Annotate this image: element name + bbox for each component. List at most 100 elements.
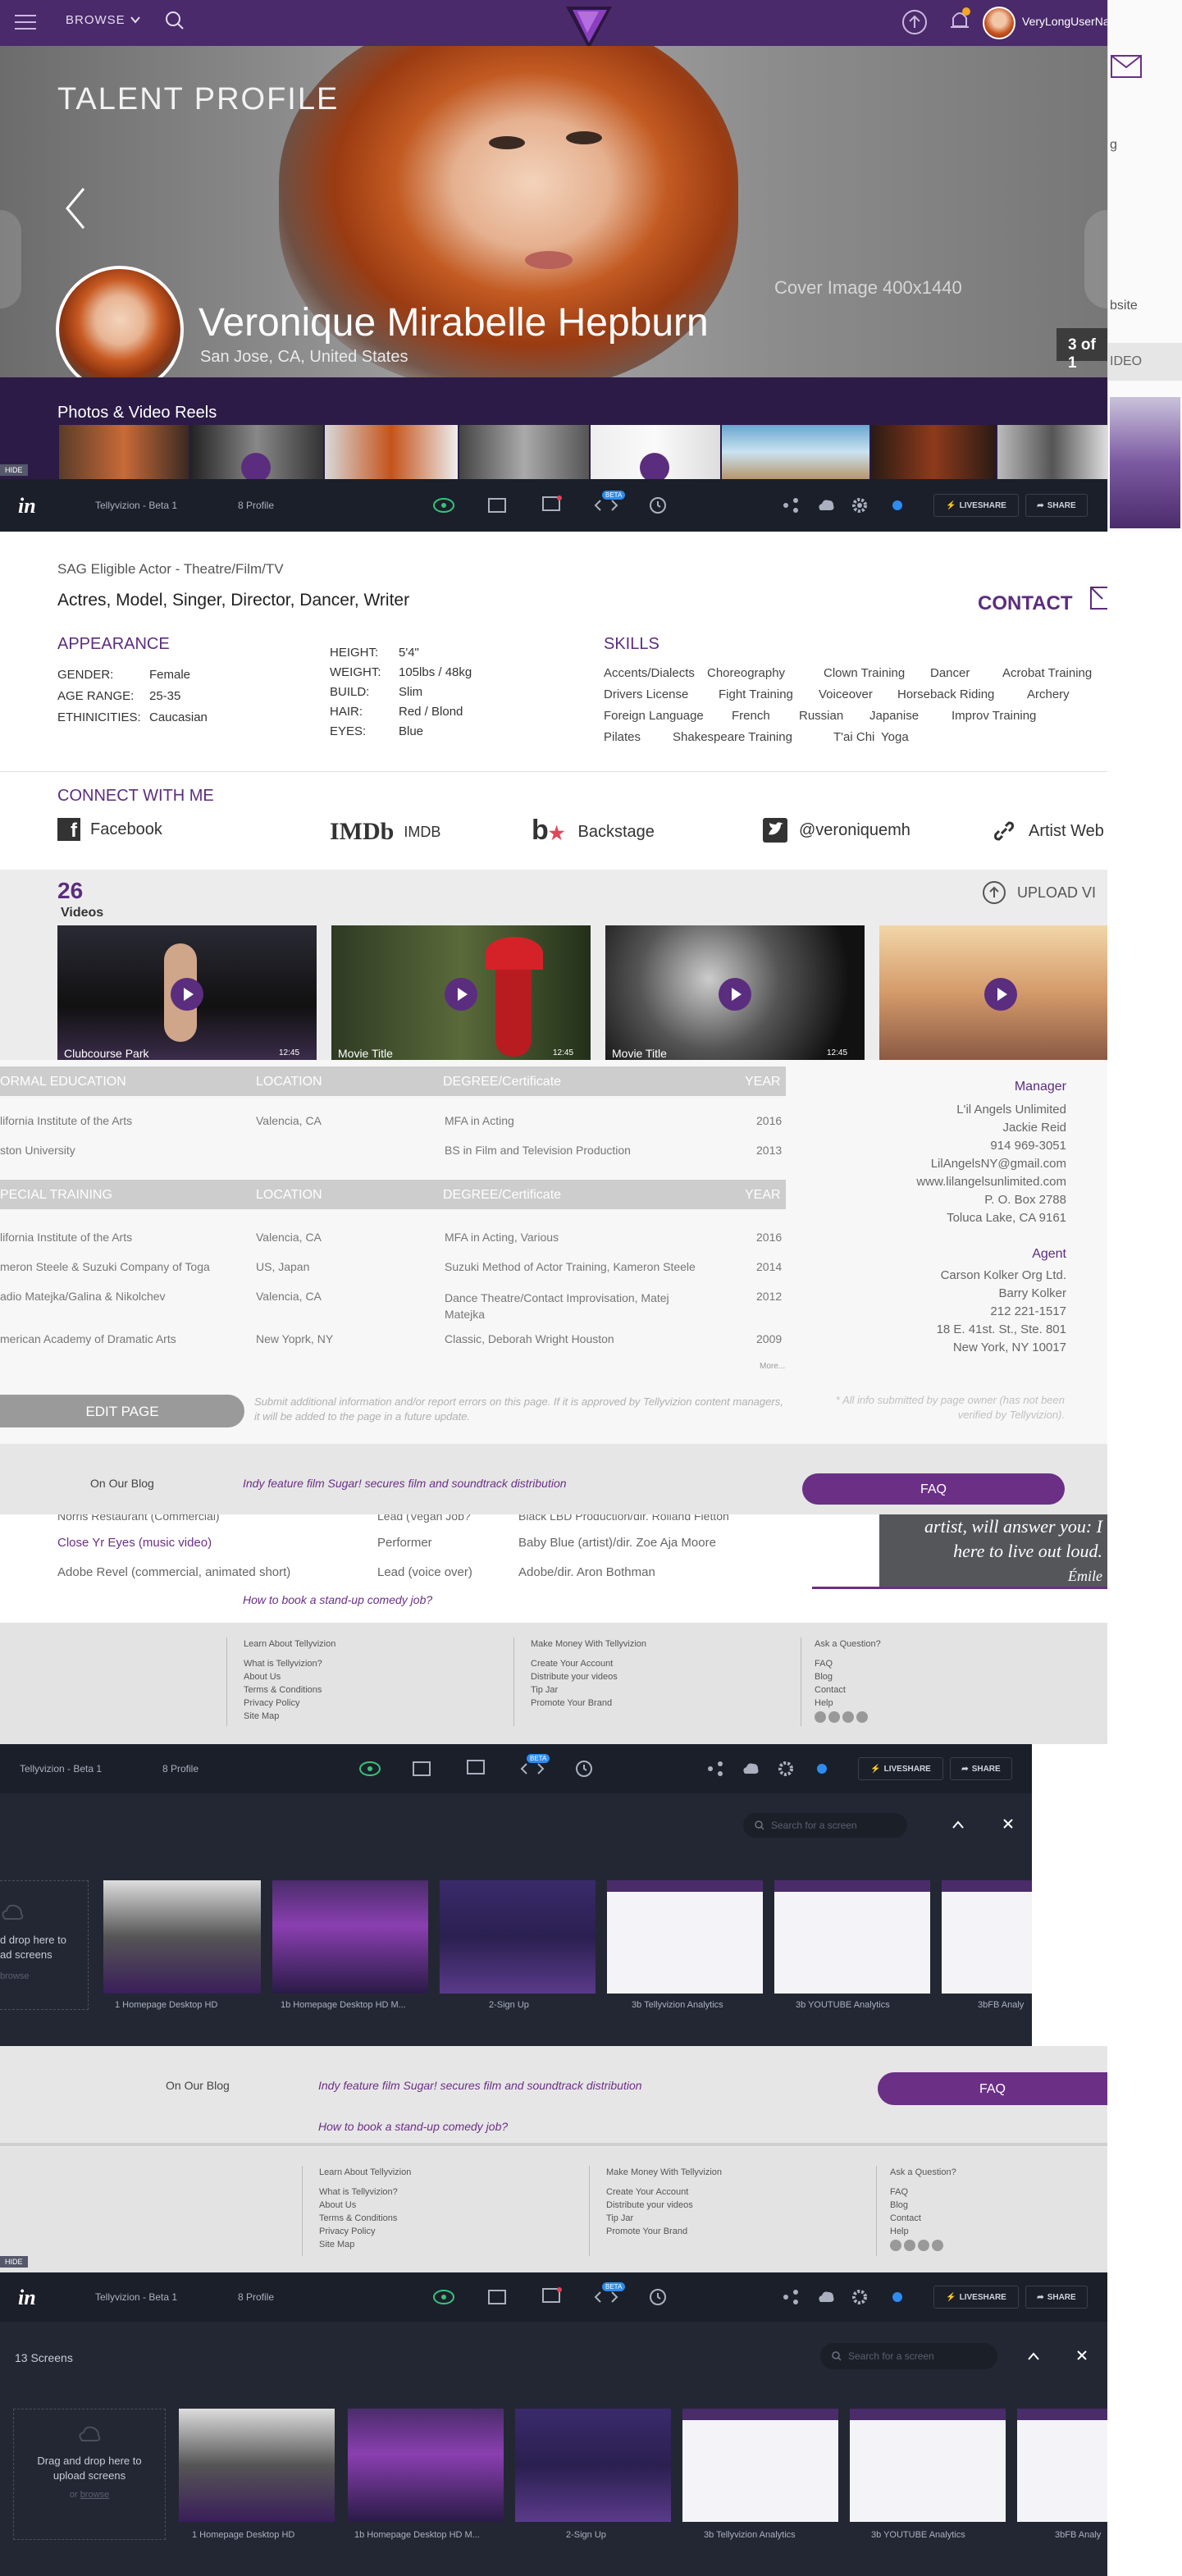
screen-label[interactable]: 1 Homepage Desktop HD <box>115 2000 217 2010</box>
blog-post-link[interactable]: How to book a stand-up comedy job? <box>243 1593 432 1606</box>
share-button[interactable]: ➦ SHARE <box>1025 2286 1088 2309</box>
cloud-icon[interactable] <box>817 2289 835 2305</box>
screen-label[interactable]: 1 Homepage Desktop HD <box>192 2530 294 2540</box>
browse-link[interactable]: browse <box>80 2490 109 2500</box>
screen-thumb[interactable] <box>515 2409 671 2522</box>
screen-thumb[interactable] <box>607 1880 763 1994</box>
screen-thumb[interactable] <box>1017 2409 1107 2522</box>
footer-link[interactable]: Site Map <box>244 1710 497 1723</box>
video-card[interactable]: Clubcourse Park 12:45 <box>57 925 317 1060</box>
upload-dropzone[interactable]: Drag and drop here to upload screens or … <box>13 2409 166 2540</box>
video-card[interactable]: Movie Title 12:45 <box>331 925 591 1060</box>
logo-icon[interactable] <box>563 3 615 53</box>
chevron-down-icon[interactable] <box>130 14 141 25</box>
search-field[interactable]: Search for a screen <box>743 1813 907 1838</box>
screen-name[interactable]: 8 Profile <box>238 500 274 511</box>
liveshare-button[interactable]: ⚡ LIVESHARE <box>933 2286 1019 2309</box>
status-dot-icon[interactable] <box>892 500 902 510</box>
screen-label[interactable]: 3bFB Analy <box>1055 2530 1101 2540</box>
preview-eye-icon[interactable] <box>431 496 456 515</box>
twitter-link[interactable]: @veroniquemh <box>763 818 910 843</box>
browse-link[interactable]: browse <box>0 1971 29 1981</box>
photo-thumb[interactable] <box>459 425 589 479</box>
mail-icon[interactable] <box>1089 584 1109 612</box>
footer-link[interactable]: Tip Jar <box>531 1683 784 1697</box>
play-icon[interactable] <box>241 453 271 482</box>
twitter-icon[interactable] <box>828 1711 840 1723</box>
pinterest-icon[interactable] <box>918 2240 929 2251</box>
footer-link[interactable]: Privacy Policy <box>319 2225 573 2238</box>
comment-icon[interactable] <box>466 1759 487 1779</box>
footer-link[interactable]: FAQ <box>815 1657 965 1670</box>
collapse-icon[interactable] <box>952 1820 965 1829</box>
screen-thumb[interactable] <box>103 1880 261 1994</box>
footer-link[interactable]: Distribute your videos <box>606 2199 860 2212</box>
build-mode-icon[interactable] <box>487 497 507 515</box>
status-dot-icon[interactable] <box>817 1764 827 1774</box>
footer-link[interactable]: What is Tellyvizion? <box>244 1657 497 1670</box>
screen-name[interactable]: 8 Profile <box>238 2291 274 2303</box>
edit-page-button[interactable]: EDIT PAGE <box>0 1395 244 1427</box>
hide-label[interactable]: HIDE <box>0 464 28 476</box>
history-icon[interactable] <box>648 2287 668 2307</box>
video-card[interactable]: Movie Title 12:45 <box>605 925 865 1060</box>
share-nodes-icon[interactable] <box>783 497 799 514</box>
blog-post-link[interactable]: How to book a stand-up comedy job? <box>318 2120 508 2133</box>
upload-video-button[interactable]: UPLOAD VI <box>981 879 1096 906</box>
screen-thumb[interactable] <box>348 2409 504 2522</box>
footer-link[interactable]: Promote Your Brand <box>531 1697 784 1710</box>
search-icon[interactable] <box>164 10 185 31</box>
footer-link[interactable]: About Us <box>319 2199 573 2212</box>
play-icon[interactable] <box>640 453 669 482</box>
screen-thumb[interactable] <box>682 2409 838 2522</box>
build-mode-icon[interactable] <box>487 2289 507 2307</box>
liveshare-button[interactable]: ⚡ LIVESHARE <box>858 1757 943 1780</box>
play-icon[interactable] <box>719 978 751 1011</box>
gear-icon[interactable] <box>778 1761 794 1777</box>
close-icon[interactable] <box>1076 2350 1088 2361</box>
facebook-icon[interactable] <box>890 2240 901 2251</box>
footer-link[interactable]: Site Map <box>319 2238 573 2251</box>
upload-icon[interactable] <box>901 8 929 36</box>
website-link[interactable]: Artist Web <box>991 818 1104 844</box>
photo-thumb[interactable] <box>997 425 1107 479</box>
footer-link[interactable]: Help <box>890 2225 1040 2238</box>
project-name[interactable]: Tellyvizion - Beta 1 <box>95 500 177 511</box>
footer-link[interactable]: Create Your Account <box>606 2185 860 2199</box>
history-icon[interactable] <box>648 496 668 515</box>
notification-bell-icon[interactable] <box>947 7 973 34</box>
footer-link[interactable]: Blog <box>815 1670 965 1683</box>
preview-eye-icon[interactable] <box>358 1759 382 1779</box>
menu-icon[interactable] <box>15 13 38 31</box>
comment-icon[interactable] <box>541 2287 563 2307</box>
cloud-icon[interactable] <box>742 1761 760 1777</box>
backstage-link[interactable]: b★ Backstage <box>532 816 655 847</box>
footer-link[interactable]: Help <box>815 1697 965 1710</box>
screen-thumb[interactable] <box>942 1880 1032 1994</box>
project-name[interactable]: Tellyvizion - Beta 1 <box>95 2291 177 2303</box>
imdb-link[interactable]: IMDb IMDB <box>330 818 440 846</box>
screen-name[interactable]: 8 Profile <box>162 1763 199 1774</box>
footer-link[interactable]: Tip Jar <box>606 2212 860 2225</box>
share-nodes-icon[interactable] <box>783 2289 799 2305</box>
close-icon[interactable] <box>1002 1818 1014 1829</box>
mail-icon[interactable] <box>1110 53 1143 80</box>
liveshare-button[interactable]: ⚡ LIVESHARE <box>933 494 1019 517</box>
footer-link[interactable]: Terms & Conditions <box>244 1683 497 1697</box>
footer-link[interactable]: What is Tellyvizion? <box>319 2185 573 2199</box>
build-mode-icon[interactable] <box>412 1761 431 1779</box>
search-field[interactable]: Search for a screen <box>820 2343 997 2369</box>
share-button[interactable]: ➦ SHARE <box>950 1757 1012 1780</box>
comment-icon[interactable] <box>541 496 563 515</box>
screen-label[interactable]: 2-Sign Up <box>566 2530 606 2540</box>
twitter-icon[interactable] <box>904 2240 915 2251</box>
footer-link[interactable]: About Us <box>244 1670 497 1683</box>
play-icon[interactable] <box>984 978 1017 1011</box>
footer-link[interactable]: Contact <box>815 1683 965 1697</box>
footer-link[interactable]: Privacy Policy <box>244 1697 497 1710</box>
screen-label[interactable]: 3b Tellyvizion Analytics <box>704 2530 796 2540</box>
blog-post-link[interactable]: Indy feature film Sugar! secures film an… <box>318 2079 642 2092</box>
instagram-icon[interactable] <box>856 1711 868 1723</box>
blog-post-link[interactable]: Indy feature film Sugar! secures film an… <box>243 1477 567 1490</box>
footer-link[interactable]: FAQ <box>890 2185 1040 2199</box>
